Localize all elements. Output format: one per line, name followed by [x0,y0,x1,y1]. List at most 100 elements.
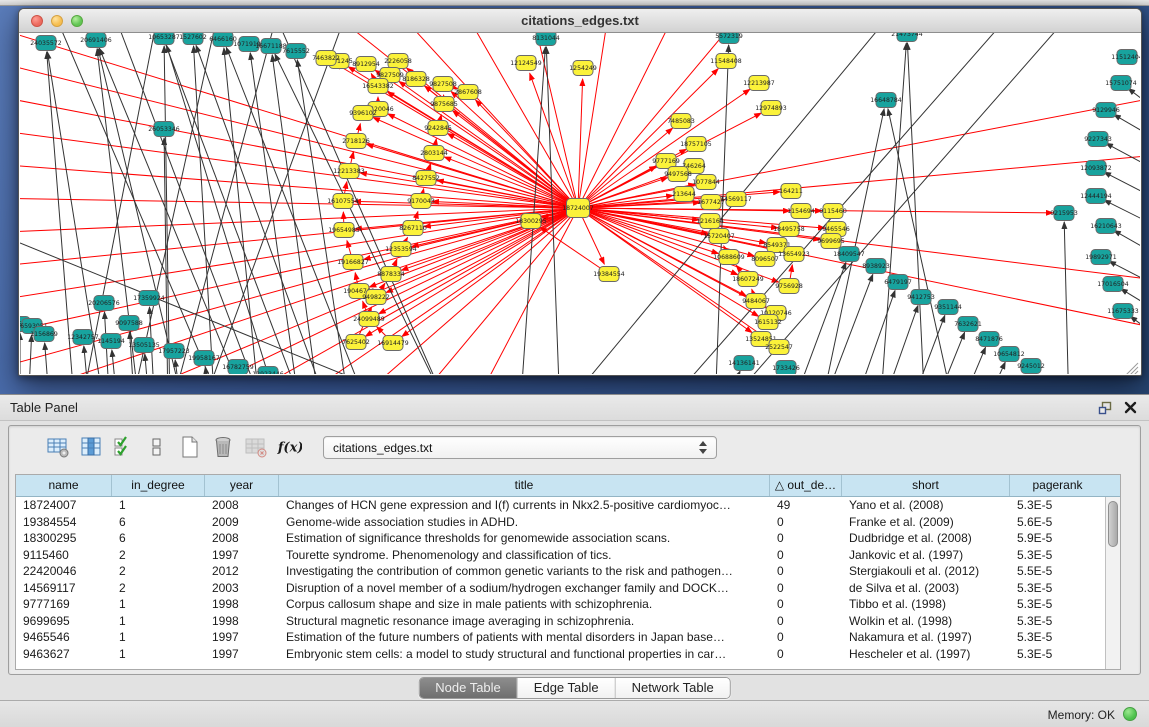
table-cell[interactable]: Wolkin et al. (1998) [842,613,1010,630]
table-cell[interactable]: 0 [770,563,842,580]
close-panel-icon[interactable] [1124,401,1137,414]
column-header[interactable]: name [16,475,112,496]
table-row[interactable]: 946554611997Estimation of the future num… [16,629,1105,646]
row-height-icon[interactable] [144,434,170,460]
graph-edge[interactable] [20,163,578,208]
table-cell[interactable]: 5.3E-5 [1010,646,1105,663]
table-cell[interactable]: 1 [112,596,205,613]
graph-edge[interactable] [20,93,578,208]
table-cell[interactable]: 18300295 [16,530,112,547]
table-cell[interactable]: 2003 [205,580,279,597]
column-header[interactable]: title [279,475,770,496]
graph-edge[interactable] [578,208,1053,213]
tab-edge-table[interactable]: Edge Table [518,678,616,698]
table-cell[interactable]: 6 [112,514,205,531]
table-cell[interactable]: 9465546 [16,629,112,646]
network-canvas[interactable]: 1872400724035572206914061065328715276026… [20,33,1140,374]
table-cell[interactable]: Estimation of significance thresholds fo… [279,530,770,547]
graph-edge[interactable] [1114,115,1140,153]
table-selector-dropdown[interactable]: citations_edges.txt [323,436,717,459]
table-cell[interactable]: 14569117 [16,580,112,597]
tab-node-table[interactable]: Node Table [419,678,518,698]
column-header[interactable]: year [205,475,279,496]
table-cell[interactable]: 5.3E-5 [1010,613,1105,630]
table-cell[interactable]: 0 [770,613,842,630]
scrollbar-thumb[interactable] [1108,501,1118,547]
table-cell[interactable]: 5.9E-5 [1010,530,1105,547]
tab-network-table[interactable]: Network Table [616,678,730,698]
table-row[interactable]: 1938455462009Genome-wide association stu… [16,514,1105,531]
table-cell[interactable]: de Silva et al. (2003) [842,580,1010,597]
graph-edge[interactable] [297,60,350,374]
graph-edge[interactable] [47,52,75,374]
function-builder-icon[interactable]: f(x) [276,434,302,460]
table-cell[interactable]: 5.3E-5 [1010,596,1105,613]
table-cell[interactable]: 1997 [205,646,279,663]
graph-edge[interactable] [20,58,578,208]
column-header[interactable]: short [842,475,1010,496]
table-cell[interactable]: 0 [770,629,842,646]
table-cell[interactable]: 1998 [205,613,279,630]
graph-edge[interactable] [932,332,965,374]
table-settings-icon[interactable] [45,434,71,460]
table-cell[interactable]: Estimation of the future numbers of pati… [279,629,770,646]
table-cell[interactable]: 0 [770,514,842,531]
graph-edge[interactable] [130,33,220,374]
table-row[interactable]: 946362711997Embryonic stem cells: a mode… [16,646,1105,663]
show-columns-icon[interactable] [78,434,104,460]
table-cell[interactable]: 9777169 [16,596,112,613]
table-cell[interactable]: 1 [112,613,205,630]
select-rows-icon[interactable] [111,434,137,460]
table-cell[interactable]: Disruption of a novel member of a sodium… [279,580,770,597]
graph-edge[interactable] [1104,172,1140,211]
graph-edge[interactable] [578,79,583,208]
delete-table-disabled-icon[interactable] [243,434,269,460]
table-cell[interactable]: 0 [770,596,842,613]
graph-edge[interactable] [167,46,280,374]
graph-edge[interactable] [1130,316,1140,353]
table-cell[interactable]: 6 [112,530,205,547]
table-cell[interactable]: Stergiakouli et al. (2012) [842,563,1010,580]
graph-edge[interactable] [28,335,32,374]
table-cell[interactable]: 5.3E-5 [1010,580,1105,597]
table-cell[interactable]: 1997 [205,629,279,646]
table-cell[interactable]: 18724007 [16,497,112,514]
table-row[interactable]: 1456911722003Disruption of a novel membe… [16,580,1105,597]
table-cell[interactable]: 19384554 [16,514,112,531]
table-cell[interactable]: Investigating the contribution of common… [279,563,770,580]
table-cell[interactable]: Tibbo et al. (1998) [842,596,1010,613]
table-cell[interactable]: Structural magnetic resonance image aver… [279,613,770,630]
table-cell[interactable]: 9463627 [16,646,112,663]
table-cell[interactable]: Changes of HCN gene expression and I(f) … [279,497,770,514]
table-cell[interactable]: 2 [112,563,205,580]
table-cell[interactable]: 1 [112,646,205,663]
graph-edge[interactable] [145,354,150,374]
column-header[interactable]: pagerank [1010,475,1105,496]
delete-icon[interactable] [210,434,236,460]
table-cell[interactable]: 5.5E-5 [1010,563,1105,580]
table-cell[interactable]: 22420046 [16,563,112,580]
table-cell[interactable]: 1997 [205,547,279,564]
table-row[interactable]: 911546021997Tourette syndrome. Phenomeno… [16,547,1105,564]
graph-edge[interactable] [45,343,50,374]
graph-edge[interactable] [578,33,610,208]
table-cell[interactable]: 0 [770,547,842,564]
table-row[interactable]: 977716911998Corpus callosum shape and si… [16,596,1105,613]
table-cell[interactable]: 0 [770,646,842,663]
table-cell[interactable]: 5.6E-5 [1010,514,1105,531]
window-titlebar[interactable]: citations_edges.txt [19,9,1141,33]
graph-edge[interactable] [540,227,609,274]
new-document-icon[interactable] [177,434,203,460]
table-cell[interactable]: 2009 [205,514,279,531]
table-row[interactable]: 1830029562008Estimation of significance … [16,530,1105,547]
graph-edge[interactable] [1064,222,1069,374]
table-cell[interactable]: 9115460 [16,547,112,564]
graph-edge[interactable] [1106,143,1140,183]
graph-edge[interactable] [982,362,1005,374]
graph-edge[interactable] [40,208,578,374]
table-cell[interactable]: 0 [770,580,842,597]
table-cell[interactable]: 1998 [205,596,279,613]
table-cell[interactable]: Corpus callosum shape and size in male p… [279,596,770,613]
graph-edge[interactable] [852,290,895,374]
graph-edge[interactable] [84,346,90,374]
